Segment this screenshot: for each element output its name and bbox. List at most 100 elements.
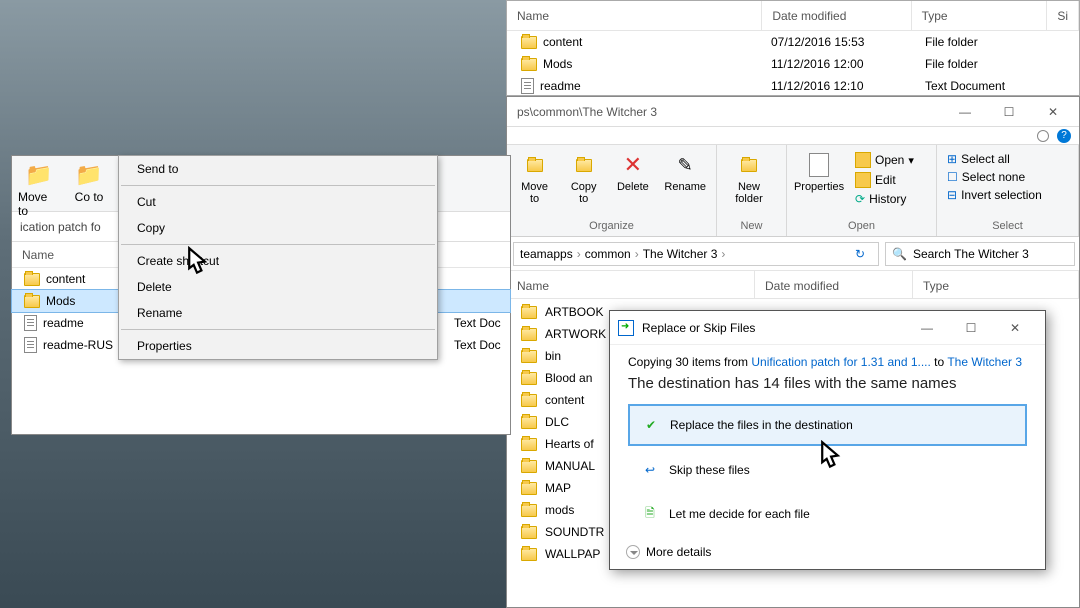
column-name[interactable]: Name <box>507 271 755 298</box>
ribbon-collapse-row: ? <box>507 127 1079 145</box>
column-headers: Name Date modified Type Si <box>507 1 1079 31</box>
menu-delete[interactable]: Delete <box>119 274 437 300</box>
folder-icon <box>576 159 592 172</box>
column-date[interactable]: Date modified <box>755 271 913 298</box>
main-column-headers: Name Date modified Type <box>507 271 1079 299</box>
ribbon: Move to Copy to ✕Delete ✎Rename Organize… <box>507 145 1079 237</box>
minimize-button[interactable]: — <box>943 98 987 126</box>
dest-link[interactable]: The Witcher 3 <box>947 355 1022 369</box>
menu-cut[interactable]: Cut <box>119 189 437 215</box>
folder-arrow-icon: 📁 <box>24 162 54 188</box>
titlebar[interactable]: ps\common\The Witcher 3 — ☐ ✕ <box>507 97 1079 127</box>
folder-icon <box>521 394 537 407</box>
close-button[interactable]: ✕ <box>993 314 1037 342</box>
menu-create-shortcut[interactable]: Create shortcut <box>119 248 437 274</box>
new-folder-icon <box>741 159 757 172</box>
group-label-organize: Organize <box>515 218 708 234</box>
open-button[interactable]: Open ▾ <box>853 151 916 169</box>
folder-icon <box>521 350 537 363</box>
menu-properties[interactable]: Properties <box>119 333 437 359</box>
title-path: ps\common\The Witcher 3 <box>511 105 657 119</box>
dialog-heading: The destination has 14 files with the sa… <box>628 375 1027 392</box>
table-row[interactable]: content07/12/2016 15:53File folder <box>507 31 1079 53</box>
column-type[interactable]: Type <box>912 1 1048 30</box>
separator <box>121 244 435 245</box>
maximize-button[interactable]: ☐ <box>987 98 1031 126</box>
cursor-icon <box>180 246 214 286</box>
folder-icon <box>521 504 537 517</box>
source-link[interactable]: Unification patch for 1.31 and 1.... <box>751 355 930 369</box>
refresh-icon[interactable]: ↻ <box>848 247 872 261</box>
menu-copy[interactable]: Copy <box>119 215 437 241</box>
context-menu: Send to Cut Copy Create shortcut Delete … <box>118 155 438 360</box>
breadcrumb-path[interactable]: teamapps› common› The Witcher 3› ↻ <box>513 242 879 266</box>
open-icon <box>855 152 871 168</box>
column-size[interactable]: Si <box>1047 1 1079 30</box>
move-to-button[interactable]: 📁Move to <box>16 160 62 207</box>
history-button[interactable]: ⟳History <box>853 191 916 207</box>
chevron-down-icon <box>626 545 640 559</box>
group-label-select: Select <box>945 218 1070 234</box>
folder-icon <box>24 273 40 286</box>
folder-icon <box>521 306 537 319</box>
more-details-toggle[interactable]: More details <box>626 545 711 559</box>
search-input[interactable]: 🔍 Search The Witcher 3 <box>885 242 1075 266</box>
folder-icon <box>24 295 40 308</box>
dialog-title: Replace or Skip Files <box>642 321 755 335</box>
delete-icon: ✕ <box>618 151 648 179</box>
menu-rename[interactable]: Rename <box>119 300 437 326</box>
folder-icon <box>527 159 543 172</box>
folder-icon <box>521 416 537 429</box>
folder-icon <box>521 328 537 341</box>
maximize-button[interactable]: ☐ <box>949 314 993 342</box>
copy-to-button[interactable]: Copy to <box>564 149 603 207</box>
new-folder-button[interactable]: New folder <box>725 149 773 207</box>
edit-button[interactable]: Edit <box>853 171 916 189</box>
copy-to-button[interactable]: 📁Co to <box>66 160 112 207</box>
text-icon <box>24 315 37 331</box>
column-type[interactable]: Type <box>913 271 1079 298</box>
folder-icon: 📁 <box>74 162 104 188</box>
help-icon[interactable]: ? <box>1057 129 1071 143</box>
move-to-button[interactable]: Move to <box>515 149 554 207</box>
folder-icon <box>521 548 537 561</box>
folder-icon <box>521 526 537 539</box>
column-name[interactable]: Name <box>507 1 762 30</box>
group-label-new: New <box>725 218 778 234</box>
minimize-button[interactable]: — <box>905 314 949 342</box>
text-icon <box>521 78 534 94</box>
select-all-button[interactable]: ⊞Select all <box>945 151 1044 167</box>
close-button[interactable]: ✕ <box>1031 98 1075 126</box>
cursor-icon <box>813 440 847 480</box>
dialog-info-line: Copying 30 items from Unification patch … <box>628 355 1027 369</box>
option-decide[interactable]: 🗎Let me decide for each file <box>628 494 1027 534</box>
dialog-titlebar[interactable]: Replace or Skip Files — ☐ ✕ <box>610 311 1045 345</box>
search-icon: 🔍 <box>892 247 907 261</box>
chevron-up-icon[interactable] <box>1037 130 1049 142</box>
skip-icon: ↩ <box>641 461 659 479</box>
invert-selection-button[interactable]: ⊟Invert selection <box>945 187 1044 203</box>
folder-icon <box>521 460 537 473</box>
text-icon <box>24 337 37 353</box>
rename-button[interactable]: ✎Rename <box>662 149 708 195</box>
folder-icon <box>521 58 537 71</box>
properties-button[interactable]: Properties <box>795 149 843 195</box>
group-label-open: Open <box>795 218 928 234</box>
compare-icon: 🗎 <box>641 505 659 523</box>
menu-send-to[interactable]: Send to <box>119 156 437 182</box>
check-icon: ✔ <box>642 416 660 434</box>
folder-icon <box>521 36 537 49</box>
folder-icon <box>521 372 537 385</box>
table-row[interactable]: Mods11/12/2016 12:00File folder <box>507 53 1079 75</box>
column-date[interactable]: Date modified <box>762 1 911 30</box>
delete-button[interactable]: ✕Delete <box>613 149 652 195</box>
select-none-button[interactable]: ☐Select none <box>945 169 1044 185</box>
watermark: UGETFIX <box>997 588 1072 604</box>
folder-icon <box>521 482 537 495</box>
copy-dialog-icon <box>618 320 634 336</box>
table-row[interactable]: readme11/12/2016 12:10Text Document <box>507 75 1079 97</box>
edit-icon <box>855 172 871 188</box>
separator <box>121 185 435 186</box>
folder-icon <box>521 438 537 451</box>
explorer-top-window: Name Date modified Type Si content07/12/… <box>506 0 1080 96</box>
